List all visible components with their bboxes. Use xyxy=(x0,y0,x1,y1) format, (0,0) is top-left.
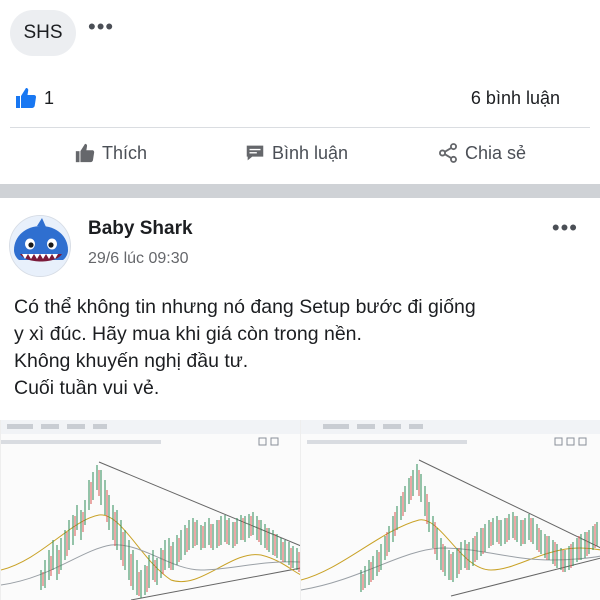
divider xyxy=(10,127,590,128)
stock-chart-1 xyxy=(1,420,300,600)
ellipsis-icon[interactable]: ••• xyxy=(88,16,114,38)
post-body: Có thể không tin nhưng nó đang Setup bướ… xyxy=(14,294,589,402)
like-button-label: Thích xyxy=(102,142,148,163)
avatar[interactable] xyxy=(9,215,71,277)
stock-chart-2 xyxy=(301,420,600,600)
post-timestamp[interactable]: 29/6 lúc 09:30 xyxy=(88,250,189,268)
post-text-line: y xì đúc. Hãy mua khi giá còn trong nền. xyxy=(14,323,362,345)
stock-chart-image[interactable] xyxy=(300,420,600,600)
comment-icon xyxy=(246,145,264,161)
reactions-bar: 1 6 bình luận xyxy=(0,84,600,114)
post-text-line: Cuối tuần vui vẻ. xyxy=(14,377,160,399)
feed-separator xyxy=(0,184,600,198)
post-text-line: Không khuyến nghị đầu tư. xyxy=(14,350,249,372)
comment-button-label: Bình luận xyxy=(272,142,349,163)
share-button[interactable]: Chia sẻ xyxy=(437,142,526,164)
post-text-line: Có thể không tin nhưng nó đang Setup bướ… xyxy=(14,296,476,318)
author-name[interactable]: Baby Shark xyxy=(88,218,193,240)
like-count: 1 xyxy=(44,87,55,108)
group-chip-label: SHS xyxy=(23,22,63,43)
previous-post: SHS ••• 1 6 bình luận Thích Bình luận Ch… xyxy=(0,0,600,185)
ellipsis-icon[interactable]: ••• xyxy=(552,217,578,239)
thumbs-up-icon xyxy=(75,143,95,163)
baby-shark-avatar-icon xyxy=(10,216,70,276)
post: Baby Shark 29/6 lúc 09:30 ••• Có thể khô… xyxy=(0,198,600,600)
like-button[interactable]: Thích xyxy=(74,142,147,164)
stock-chart-image[interactable] xyxy=(0,420,300,600)
comment-button[interactable]: Bình luận xyxy=(244,142,348,164)
share-icon xyxy=(439,143,457,163)
share-button-label: Chia sẻ xyxy=(465,142,527,163)
comment-count[interactable]: 6 bình luận xyxy=(471,88,560,109)
thumbs-up-reaction-icon xyxy=(16,88,37,108)
group-chip[interactable]: SHS xyxy=(10,10,76,56)
like-summary[interactable]: 1 xyxy=(14,86,54,110)
post-attachments xyxy=(0,420,600,600)
post-actions: Thích Bình luận Chia sẻ xyxy=(0,134,600,178)
